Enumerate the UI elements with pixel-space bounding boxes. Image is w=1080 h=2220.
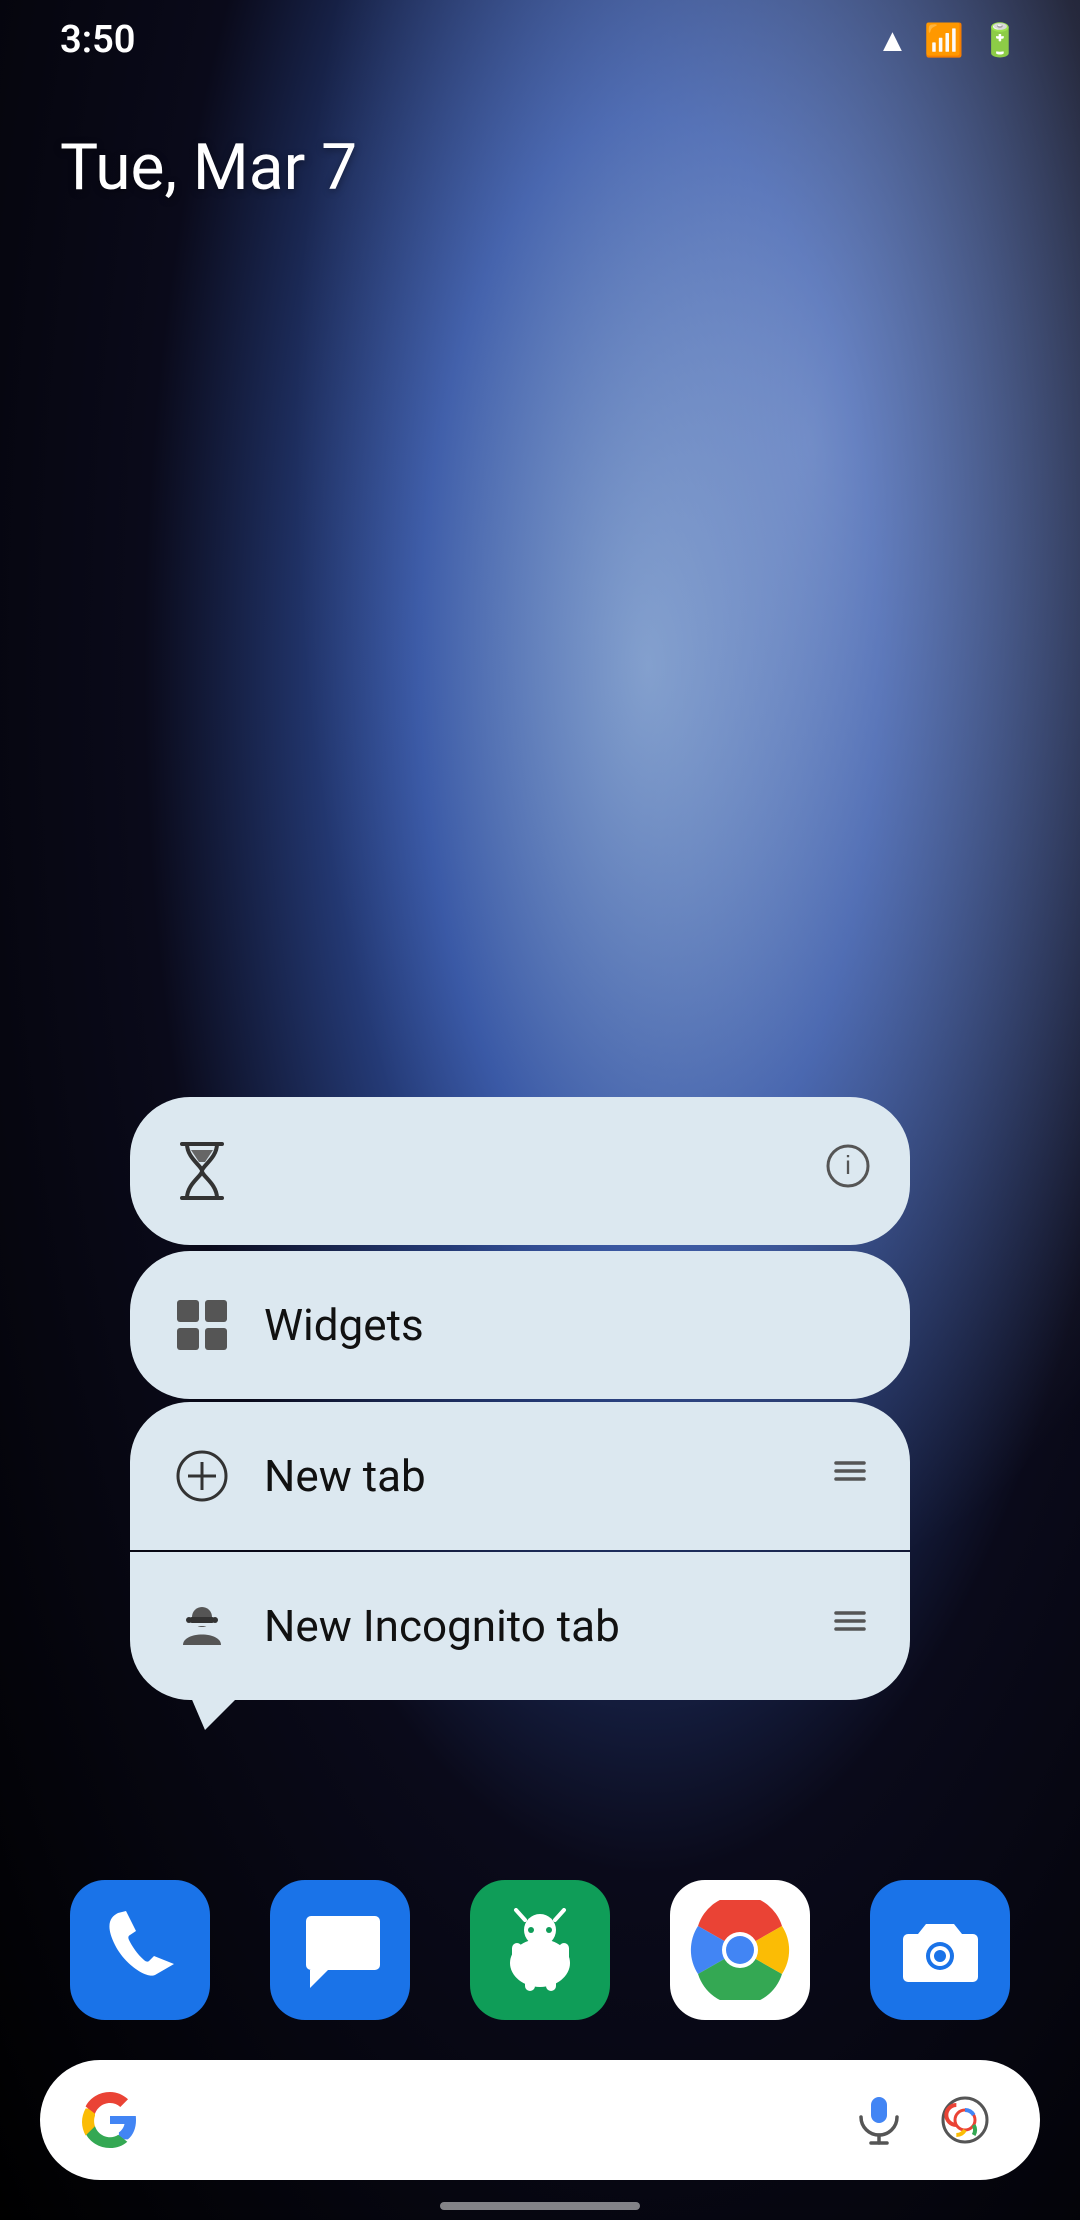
app-info-item[interactable]: i: [130, 1097, 910, 1245]
new-tab-icon: [170, 1444, 234, 1508]
dock-camera[interactable]: [870, 1880, 1010, 2020]
battery-icon: 🔋: [980, 21, 1020, 59]
google-logo: [80, 2090, 140, 2150]
widgets-icon: [170, 1293, 234, 1357]
voice-search-button[interactable]: [844, 2085, 914, 2155]
new-tab-item[interactable]: New tab: [130, 1402, 910, 1550]
svg-text:i: i: [845, 1150, 851, 1180]
new-tab-label: New tab: [264, 1450, 830, 1502]
info-icon[interactable]: i: [826, 1144, 870, 1198]
incognito-icon: [170, 1594, 234, 1658]
status-time: 3:50: [60, 18, 135, 62]
dock-chrome[interactable]: [670, 1880, 810, 2020]
date-label: Tue, Mar 7: [60, 130, 357, 205]
widgets-label: Widgets: [264, 1299, 870, 1351]
dock-messages[interactable]: [270, 1880, 410, 2020]
search-bar[interactable]: [40, 2060, 1040, 2180]
dock-android[interactable]: [470, 1880, 610, 2020]
home-indicator: [440, 2202, 640, 2210]
status-bar: 3:50 ▲ 📶 🔋: [0, 0, 1080, 80]
new-incognito-label: New Incognito tab: [264, 1600, 830, 1652]
context-menu: i Widgets New tab: [130, 1097, 910, 1700]
dock-phone[interactable]: [70, 1880, 210, 2020]
widgets-item[interactable]: Widgets: [130, 1251, 910, 1399]
dock: [0, 1880, 1080, 2020]
lens-button[interactable]: [930, 2085, 1000, 2155]
hourglass-icon: [170, 1139, 234, 1203]
drag-handle-incognito[interactable]: [830, 1601, 870, 1651]
wifi-icon: ▲: [877, 21, 909, 59]
new-incognito-item[interactable]: New Incognito tab: [130, 1552, 910, 1700]
drag-handle-new-tab[interactable]: [830, 1451, 870, 1501]
signal-icon: 📶: [924, 21, 964, 59]
status-icons: ▲ 📶 🔋: [877, 21, 1020, 59]
